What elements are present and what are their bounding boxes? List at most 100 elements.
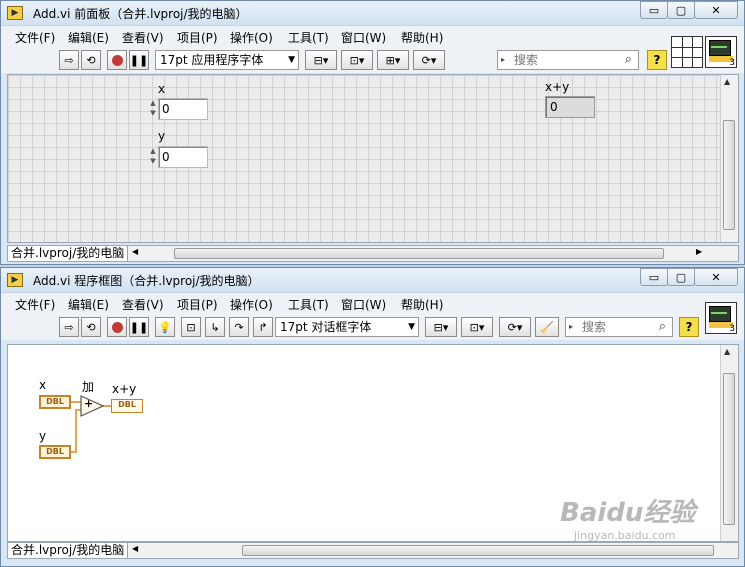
menu-file[interactable]: 文件(F): [15, 296, 55, 313]
minimize-button[interactable]: ▭: [640, 1, 668, 19]
terminal-y[interactable]: DBL: [39, 445, 71, 459]
font-select[interactable]: 17pt 对话框字体 ▼: [275, 317, 419, 337]
step-into-icon: ↳: [210, 320, 220, 334]
abort-button[interactable]: [107, 317, 127, 337]
maximize-button[interactable]: ▢: [667, 1, 695, 19]
watermark-url: jingyan.baidu.com: [574, 529, 676, 542]
scroll-thumb[interactable]: [723, 373, 735, 525]
scroll-right-icon[interactable]: ▶: [696, 247, 702, 256]
scroll-left-icon[interactable]: ◀: [132, 544, 138, 553]
maximize-button[interactable]: ▢: [667, 268, 695, 286]
retain-wire-values-button[interactable]: ⊡: [181, 317, 201, 337]
window-controls: ▭ ▢ ✕: [640, 268, 738, 286]
align-objects-button[interactable]: ⊟▾: [425, 317, 457, 337]
reorder-icon: ⟳▾: [507, 320, 523, 334]
labview-app-icon: ▶: [7, 273, 23, 287]
connector-line: [672, 57, 702, 58]
distribute-icon: ⊡▾: [349, 53, 365, 67]
context-help-button[interactable]: ?: [647, 50, 667, 70]
horizontal-scroll-thumb[interactable]: [242, 545, 714, 556]
minimize-button[interactable]: ▭: [640, 268, 668, 286]
font-select[interactable]: 17pt 应用程序字体 ▼: [155, 50, 299, 70]
title-bar[interactable]: ▶ Add.vi 前面板（合并.lvproj/我的电脑） ▭ ▢ ✕: [1, 1, 744, 25]
search-field[interactable]: ▸ 搜索 ⌕: [497, 50, 639, 70]
menu-window[interactable]: 窗口(W): [341, 29, 386, 46]
vi-icon[interactable]: 3: [705, 302, 737, 334]
vi-icon[interactable]: 3: [705, 36, 737, 68]
numeric-control-x[interactable]: ▲ ▼ 0: [148, 98, 208, 120]
vi-icon-screen: [709, 306, 731, 322]
menu-view[interactable]: 查看(V): [122, 296, 164, 313]
increment-decrement-icon[interactable]: ▲ ▼: [148, 98, 158, 120]
menu-edit[interactable]: 编辑(E): [68, 296, 109, 313]
scroll-up-icon[interactable]: ▲: [724, 347, 730, 356]
menu-operate[interactable]: 操作(O): [230, 296, 273, 313]
horizontal-scroll-thumb[interactable]: [174, 248, 664, 259]
reorder-button[interactable]: ⟳▾: [413, 50, 445, 70]
pause-button[interactable]: ❚❚: [129, 50, 149, 70]
step-over-icon: ↷: [234, 320, 244, 334]
numeric-control-y-value[interactable]: 0: [158, 146, 208, 168]
distribute-objects-button[interactable]: ⊡▾: [341, 50, 373, 70]
menu-help[interactable]: 帮助(H): [401, 29, 443, 46]
close-button[interactable]: ✕: [694, 268, 738, 286]
increment-decrement-icon[interactable]: ▲ ▼: [148, 146, 158, 168]
terminal-sum[interactable]: DBL: [111, 399, 143, 413]
front-panel-canvas[interactable]: x ▲ ▼ 0 y ▲ ▼ 0 x+y 0 ▲: [7, 74, 739, 243]
distribute-objects-button[interactable]: ⊡▾: [461, 317, 493, 337]
numeric-control-y[interactable]: ▲ ▼ 0: [148, 146, 208, 168]
menu-file[interactable]: 文件(F): [15, 29, 55, 46]
run-continuously-button[interactable]: ⟲: [81, 317, 101, 337]
menu-edit[interactable]: 编辑(E): [68, 29, 109, 46]
clean-up-diagram-button[interactable]: 🧹: [535, 317, 559, 337]
run-continuously-button[interactable]: ⟲: [81, 50, 101, 70]
control-y-label: y: [158, 129, 166, 143]
close-button[interactable]: ✕: [694, 1, 738, 19]
step-out-button[interactable]: ↱: [253, 317, 273, 337]
align-icon: ⊟▾: [313, 53, 329, 67]
pause-button[interactable]: ❚❚: [129, 317, 149, 337]
stop-icon: [111, 321, 123, 333]
vi-icon-graph-icon: [711, 312, 727, 314]
run-button[interactable]: ⇨: [59, 317, 79, 337]
step-out-icon: ↱: [258, 320, 268, 334]
step-over-button[interactable]: ↷: [229, 317, 249, 337]
indicator-label: x+y: [545, 80, 570, 94]
align-objects-button[interactable]: ⊟▾: [305, 50, 337, 70]
vi-icon-screen: [709, 40, 731, 56]
abort-button[interactable]: [107, 50, 127, 70]
run-button[interactable]: ⇨: [59, 50, 79, 70]
context-help-button[interactable]: ?: [679, 317, 699, 337]
search-field[interactable]: ▸ 搜索 ⌕: [565, 317, 673, 337]
distribute-icon: ⊡▾: [469, 320, 485, 334]
search-placeholder: 搜索: [582, 320, 607, 334]
add-symbol: +: [84, 397, 94, 410]
menu-project[interactable]: 项目(P): [177, 296, 218, 313]
title-bar[interactable]: ▶ Add.vi 程序框图（合并.lvproj/我的电脑） ▭ ▢ ✕: [1, 268, 744, 292]
step-into-button[interactable]: ↳: [205, 317, 225, 337]
terminal-x[interactable]: DBL: [39, 395, 71, 409]
menu-window[interactable]: 窗口(W): [341, 296, 386, 313]
vertical-scrollbar[interactable]: ▲: [720, 345, 738, 541]
vertical-scrollbar[interactable]: ▲: [720, 75, 738, 242]
menu-tools[interactable]: 工具(T): [288, 29, 329, 46]
menu-project[interactable]: 项目(P): [177, 29, 218, 46]
watermark-brand: Baidu经验: [560, 498, 696, 528]
menu-tools[interactable]: 工具(T): [288, 296, 329, 313]
scroll-thumb[interactable]: [723, 120, 735, 230]
menu-operate[interactable]: 操作(O): [230, 29, 273, 46]
toolbar: ⇨ ⟲ ❚❚ 17pt 应用程序字体 ▼ ⊟▾ ⊡▾ ⊞▾ ⟳▾ ▸ 搜索 ⌕ …: [1, 47, 744, 73]
numeric-control-x-value[interactable]: 0: [158, 98, 208, 120]
highlight-execution-button[interactable]: 💡: [155, 317, 175, 337]
connector-number: 3: [729, 58, 735, 68]
scroll-up-icon[interactable]: ▲: [724, 77, 730, 86]
menu-help[interactable]: 帮助(H): [401, 296, 443, 313]
connector-pane[interactable]: [671, 36, 703, 68]
wire-y[interactable]: [75, 409, 77, 453]
resize-objects-button[interactable]: ⊞▾: [377, 50, 409, 70]
menu-view[interactable]: 查看(V): [122, 29, 164, 46]
scroll-left-icon[interactable]: ◀: [132, 247, 138, 256]
reorder-icon: ⟳▾: [421, 53, 437, 67]
reorder-button[interactable]: ⟳▾: [499, 317, 531, 337]
wire-sum[interactable]: [103, 405, 111, 407]
